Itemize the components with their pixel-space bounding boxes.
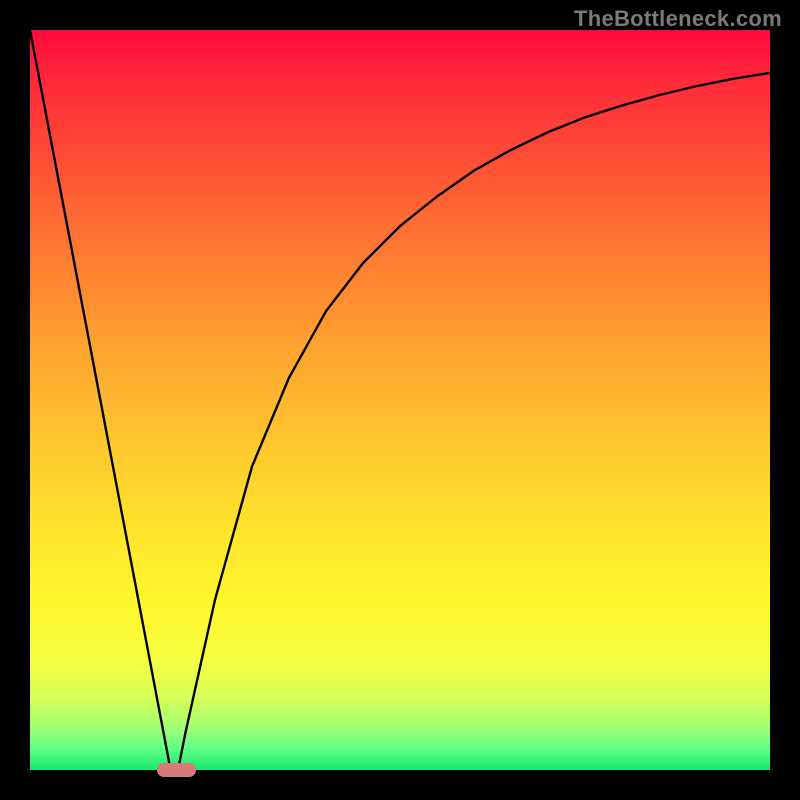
chart-curve: [30, 30, 770, 770]
curve-path: [30, 30, 770, 770]
plot-area: [30, 30, 770, 770]
watermark-text: TheBottleneck.com: [574, 6, 782, 32]
min-marker: [157, 763, 195, 776]
chart-frame: TheBottleneck.com: [0, 0, 800, 800]
